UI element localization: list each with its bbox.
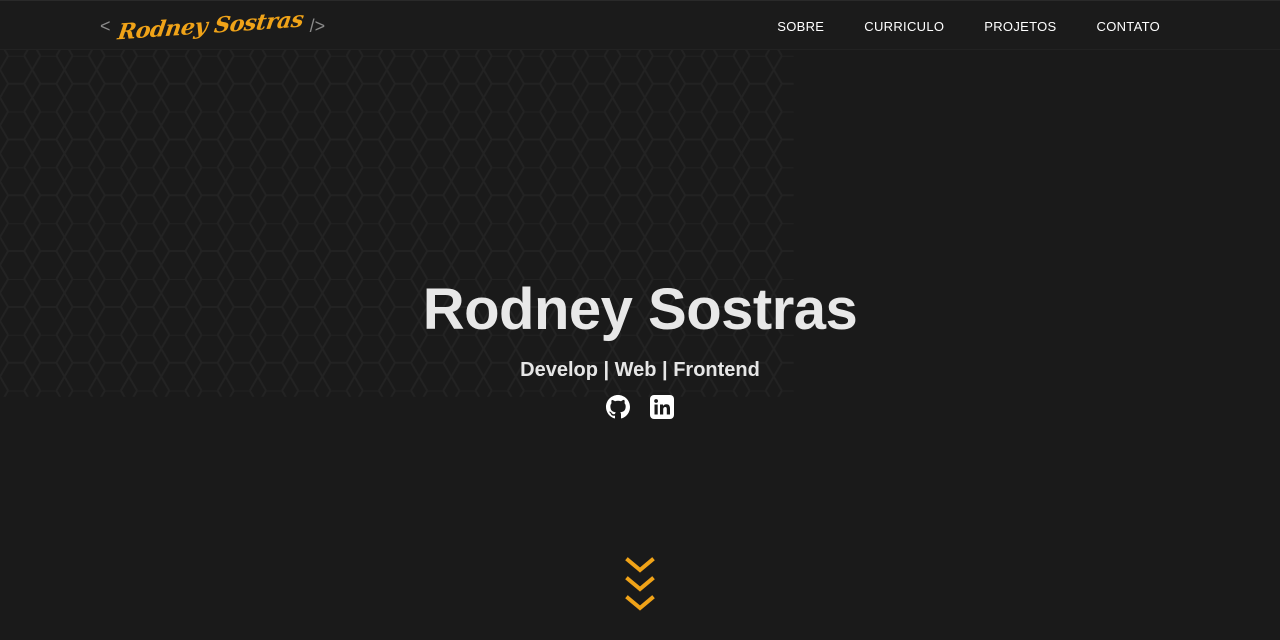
logo-close-bracket: /> (309, 15, 326, 36)
logo-link[interactable]: < Rodney Sostras /> (100, 6, 326, 46)
hero-title: Rodney Sostras (422, 277, 858, 342)
hero-section: Rodney Sostras Develop | Web | Frontend (0, 270, 1280, 420)
hero-subtitle: Develop | Web | Frontend (520, 359, 760, 381)
logo-name: Rodney Sostras (115, 6, 305, 46)
nav-item-projetos[interactable]: PROJETOS (984, 19, 1056, 34)
nav-item-sobre[interactable]: SOBRE (777, 19, 824, 34)
linkedin-icon (650, 395, 674, 419)
navbar: < Rodney Sostras /> SOBRE CURRICULO PROJ… (0, 0, 1280, 50)
chevrons-down-icon (625, 557, 655, 611)
github-icon (606, 395, 630, 419)
nav-item-curriculo[interactable]: CURRICULO (864, 19, 944, 34)
social-links (0, 394, 1280, 420)
nav-menu: SOBRE CURRICULO PROJETOS CONTATO (777, 1, 1160, 51)
linkedin-link[interactable] (649, 394, 675, 420)
nav-item-contato[interactable]: CONTATO (1097, 19, 1161, 34)
github-link[interactable] (605, 394, 631, 420)
logo-open-bracket: < (100, 15, 111, 36)
scroll-down-button[interactable] (624, 556, 656, 618)
